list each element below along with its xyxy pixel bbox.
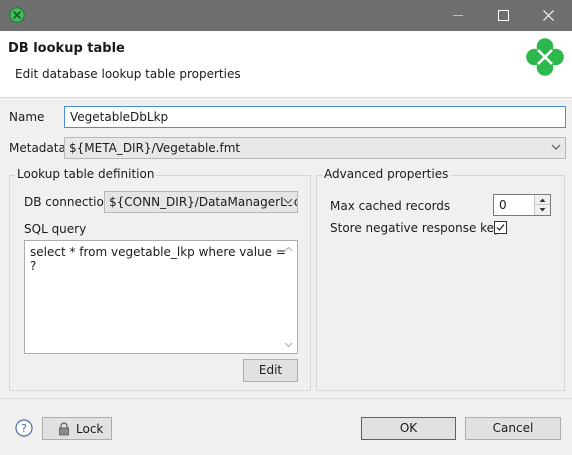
lock-button-label: Lock [76, 422, 104, 436]
dialog-subtitle: Edit database lookup table properties [15, 67, 241, 81]
window-titlebar [0, 0, 572, 31]
spinner-down-button[interactable] [535, 205, 550, 215]
minimize-button[interactable] [436, 0, 481, 31]
metadata-select[interactable]: ${META_DIR}/Vegetable.fmt [64, 137, 566, 159]
edit-button[interactable]: Edit [243, 359, 298, 382]
store-negative-label: Store negative response key [330, 221, 502, 235]
maximize-button[interactable] [481, 0, 526, 31]
minimize-icon [453, 15, 463, 16]
svg-text:?: ? [21, 422, 27, 435]
lock-icon [59, 422, 69, 436]
chevron-down-icon [283, 198, 293, 205]
ok-button[interactable]: OK [361, 417, 456, 440]
advanced-properties-title: Advanced properties [322, 167, 451, 181]
spinner-buttons [534, 195, 550, 215]
help-icon[interactable]: ? [15, 419, 33, 437]
spinner-up-button[interactable] [535, 195, 550, 205]
clover-icon [9, 7, 25, 23]
checkmark-icon [496, 224, 505, 231]
name-input[interactable]: VegetableDbLkp [64, 106, 566, 128]
db-connection-label: DB connection [24, 195, 112, 209]
dialog-title: DB lookup table [8, 41, 125, 56]
scroll-up-icon[interactable] [284, 246, 293, 252]
lookup-definition-title: Lookup table definition [15, 167, 157, 181]
dialog-header: DB lookup table Edit database lookup tab… [0, 31, 572, 98]
sql-query-label: SQL query [24, 222, 87, 236]
maximize-icon [498, 10, 509, 21]
sql-query-textarea[interactable]: select * from vegetable_lkp where value … [24, 240, 298, 354]
scroll-down-icon[interactable] [284, 342, 293, 348]
store-negative-checkbox[interactable] [494, 221, 507, 234]
sql-query-text: select * from vegetable_lkp where value … [30, 245, 286, 273]
db-connection-select[interactable]: ${CONN_DIR}/DataManagerLool [104, 191, 298, 213]
clover-logo-icon [526, 38, 564, 76]
cancel-button[interactable]: Cancel [465, 417, 561, 440]
db-connection-value: ${CONN_DIR}/DataManagerLool [109, 195, 298, 209]
name-label: Name [9, 110, 45, 124]
lock-button[interactable]: Lock [42, 417, 112, 440]
close-icon [543, 10, 554, 21]
max-cached-value: 0 [499, 198, 507, 212]
chevron-down-icon [551, 144, 561, 150]
metadata-label: Metadata [9, 141, 66, 155]
chevron-down-icon [539, 208, 546, 212]
footer-separator [0, 398, 572, 399]
chevron-up-icon [539, 198, 546, 202]
close-button[interactable] [526, 0, 571, 31]
metadata-value: ${META_DIR}/Vegetable.fmt [69, 141, 241, 155]
max-cached-spinner[interactable]: 0 [493, 194, 551, 216]
max-cached-label: Max cached records [330, 199, 451, 213]
